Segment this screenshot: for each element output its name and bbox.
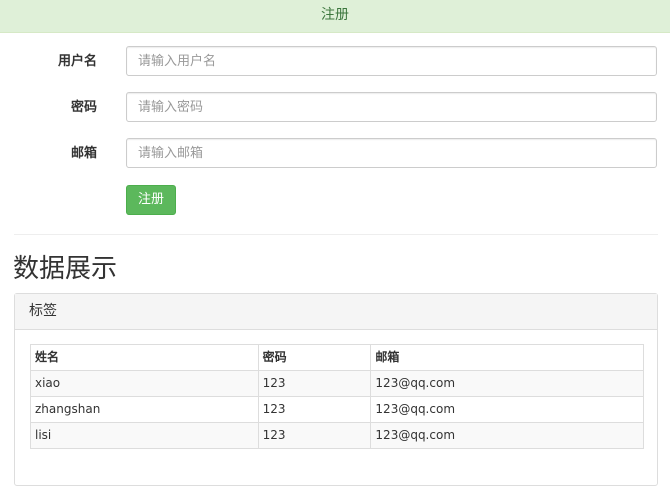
username-label: 用户名 (57, 54, 97, 69)
form-row-email: 邮箱 (0, 138, 670, 170)
cell-name: xiao (30, 370, 259, 397)
divider (14, 234, 658, 235)
column-header-email: 邮箱 (370, 344, 644, 371)
form-row-password: 密码 (0, 92, 670, 124)
table-row: lisi 123 123@qq.com (30, 422, 644, 449)
data-table: 姓名 密码 邮箱 xiao 123 123@qq.com zhangshan 1… (30, 344, 644, 449)
data-panel: 标签 姓名 密码 邮箱 xiao 123 123@qq.com zhangsha… (14, 293, 658, 486)
column-header-password: 密码 (257, 344, 372, 371)
cell-password: 123 (257, 422, 372, 449)
cell-email: 123@qq.com (370, 422, 644, 449)
form-row-username: 用户名 (0, 46, 670, 78)
cell-email: 123@qq.com (370, 396, 644, 423)
password-input[interactable] (126, 92, 657, 122)
register-button[interactable]: 注册 (126, 185, 176, 215)
password-label: 密码 (70, 100, 97, 115)
table-row: xiao 123 123@qq.com (30, 370, 644, 397)
table-header-row: 姓名 密码 邮箱 (30, 344, 644, 371)
email-label: 邮箱 (70, 146, 97, 161)
table-row: zhangshan 123 123@qq.com (30, 396, 644, 423)
column-header-name: 姓名 (30, 344, 259, 371)
cell-name: lisi (30, 422, 259, 449)
cell-name: zhangshan (30, 396, 259, 423)
cell-password: 123 (257, 396, 372, 423)
email-input[interactable] (126, 138, 657, 168)
cell-password: 123 (257, 370, 372, 397)
register-banner: 注册 (0, 0, 670, 33)
username-input[interactable] (126, 46, 657, 76)
cell-email: 123@qq.com (370, 370, 644, 397)
panel-heading: 标签 (15, 294, 657, 330)
page-title: 数据展示 (13, 254, 118, 284)
